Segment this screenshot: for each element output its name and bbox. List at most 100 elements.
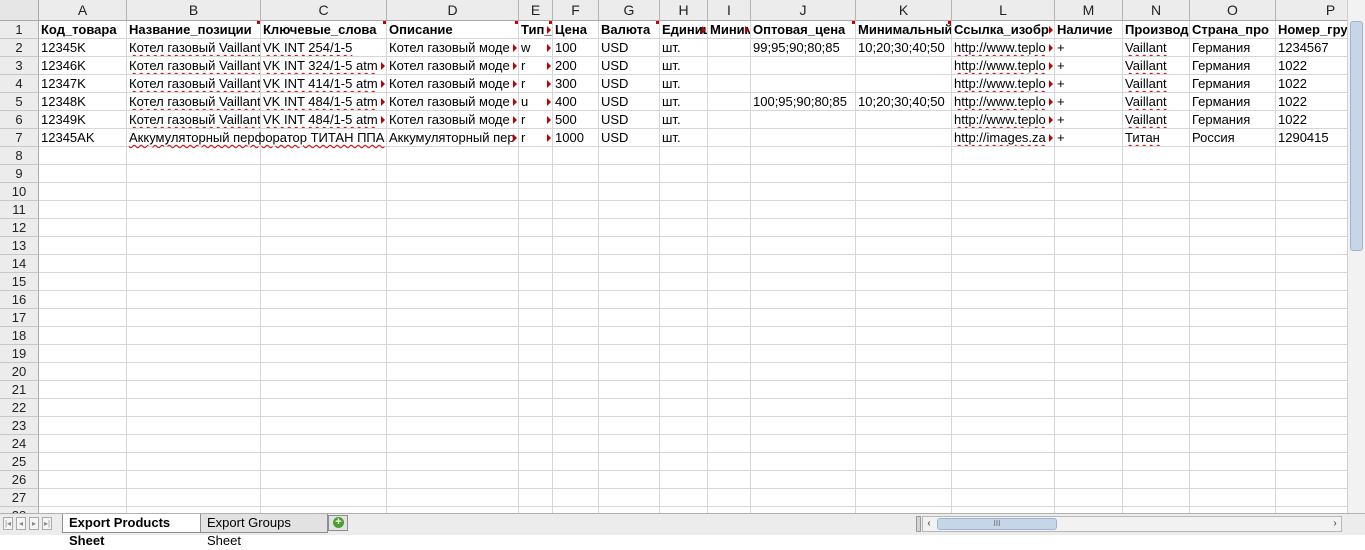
cell-d20[interactable]	[387, 363, 519, 381]
row-header-2[interactable]: 2	[0, 39, 39, 57]
cell-o17[interactable]	[1190, 309, 1276, 327]
cell-n21[interactable]	[1123, 381, 1190, 399]
cell-i12[interactable]	[708, 219, 751, 237]
column-header-n[interactable]: N	[1123, 0, 1190, 21]
cell-j8[interactable]	[751, 147, 856, 165]
cell-b9[interactable]	[127, 165, 261, 183]
cell-b26[interactable]	[127, 471, 261, 489]
cell-d3[interactable]: Котел газовый моде	[387, 57, 519, 75]
cell-e14[interactable]	[519, 255, 553, 273]
cell-n20[interactable]	[1123, 363, 1190, 381]
cell-o26[interactable]	[1190, 471, 1276, 489]
cell-c1[interactable]: Ключевые_слова	[261, 21, 387, 39]
cell-g14[interactable]	[599, 255, 660, 273]
cell-e20[interactable]	[519, 363, 553, 381]
column-header-h[interactable]: H	[660, 0, 708, 21]
scroll-right-icon[interactable]: ›	[1329, 517, 1341, 531]
row-header-25[interactable]: 25	[0, 453, 39, 471]
cell-e9[interactable]	[519, 165, 553, 183]
cell-e13[interactable]	[519, 237, 553, 255]
cell-e27[interactable]	[519, 489, 553, 507]
cell-o2[interactable]: Германия	[1190, 39, 1276, 57]
cell-c19[interactable]	[261, 345, 387, 363]
row-header-15[interactable]: 15	[0, 273, 39, 291]
cell-j17[interactable]	[751, 309, 856, 327]
cell-j27[interactable]	[751, 489, 856, 507]
cell-e6[interactable]: r	[519, 111, 553, 129]
cell-c15[interactable]	[261, 273, 387, 291]
cell-l12[interactable]	[952, 219, 1055, 237]
cell-d10[interactable]	[387, 183, 519, 201]
cell-i11[interactable]	[708, 201, 751, 219]
cell-e21[interactable]	[519, 381, 553, 399]
column-header-p[interactable]: P	[1276, 0, 1347, 21]
cell-m14[interactable]	[1055, 255, 1123, 273]
cell-a12[interactable]	[39, 219, 127, 237]
cell-m15[interactable]	[1055, 273, 1123, 291]
row-header-6[interactable]: 6	[0, 111, 39, 129]
cell-h10[interactable]	[660, 183, 708, 201]
cell-i7[interactable]	[708, 129, 751, 147]
cell-d4[interactable]: Котел газовый моде	[387, 75, 519, 93]
cell-a24[interactable]	[39, 435, 127, 453]
last-sheet-icon[interactable]: ▸|	[42, 517, 52, 530]
cell-f1[interactable]: Цена	[553, 21, 599, 39]
cell-l20[interactable]	[952, 363, 1055, 381]
cell-j19[interactable]	[751, 345, 856, 363]
cell-l25[interactable]	[952, 453, 1055, 471]
row-header-19[interactable]: 19	[0, 345, 39, 363]
cell-d1[interactable]: Описание	[387, 21, 519, 39]
cell-a7[interactable]: 12345AK	[39, 129, 127, 147]
row-header-10[interactable]: 10	[0, 183, 39, 201]
cell-i1[interactable]: Минимальный	[708, 21, 751, 39]
row-header-13[interactable]: 13	[0, 237, 39, 255]
cell-c25[interactable]	[261, 453, 387, 471]
cell-h27[interactable]	[660, 489, 708, 507]
cell-a1[interactable]: Код_товара	[39, 21, 127, 39]
cell-b25[interactable]	[127, 453, 261, 471]
cell-h13[interactable]	[660, 237, 708, 255]
cell-m10[interactable]	[1055, 183, 1123, 201]
cell-k5[interactable]: 10;20;30;40;50	[856, 93, 952, 111]
cell-b19[interactable]	[127, 345, 261, 363]
cell-m23[interactable]	[1055, 417, 1123, 435]
cell-j18[interactable]	[751, 327, 856, 345]
cell-c13[interactable]	[261, 237, 387, 255]
cell-g25[interactable]	[599, 453, 660, 471]
cell-l13[interactable]	[952, 237, 1055, 255]
cell-o7[interactable]: Россия	[1190, 129, 1276, 147]
cell-i20[interactable]	[708, 363, 751, 381]
cell-p13[interactable]	[1276, 237, 1347, 255]
cell-e8[interactable]	[519, 147, 553, 165]
cell-h1[interactable]: Единица	[660, 21, 708, 39]
cell-a17[interactable]	[39, 309, 127, 327]
cell-g20[interactable]	[599, 363, 660, 381]
cell-p6[interactable]: 1022	[1276, 111, 1347, 129]
cell-f25[interactable]	[553, 453, 599, 471]
cell-o12[interactable]	[1190, 219, 1276, 237]
column-header-o[interactable]: O	[1190, 0, 1276, 21]
cell-h11[interactable]	[660, 201, 708, 219]
cell-f3[interactable]: 200	[553, 57, 599, 75]
cell-f27[interactable]	[553, 489, 599, 507]
cell-i8[interactable]	[708, 147, 751, 165]
cell-d26[interactable]	[387, 471, 519, 489]
cell-m19[interactable]	[1055, 345, 1123, 363]
cell-m1[interactable]: Наличие	[1055, 21, 1123, 39]
cell-o3[interactable]: Германия	[1190, 57, 1276, 75]
column-header-e[interactable]: E	[519, 0, 553, 21]
cell-h17[interactable]	[660, 309, 708, 327]
cell-i13[interactable]	[708, 237, 751, 255]
cell-o10[interactable]	[1190, 183, 1276, 201]
cell-g1[interactable]: Валюта	[599, 21, 660, 39]
cell-l26[interactable]	[952, 471, 1055, 489]
cell-e23[interactable]	[519, 417, 553, 435]
cell-n4[interactable]: Vaillant	[1123, 75, 1190, 93]
cell-k3[interactable]	[856, 57, 952, 75]
cell-m11[interactable]	[1055, 201, 1123, 219]
cell-j26[interactable]	[751, 471, 856, 489]
cell-j24[interactable]	[751, 435, 856, 453]
cell-o27[interactable]	[1190, 489, 1276, 507]
cell-j2[interactable]: 99;95;90;80;85	[751, 39, 856, 57]
cell-p10[interactable]	[1276, 183, 1347, 201]
